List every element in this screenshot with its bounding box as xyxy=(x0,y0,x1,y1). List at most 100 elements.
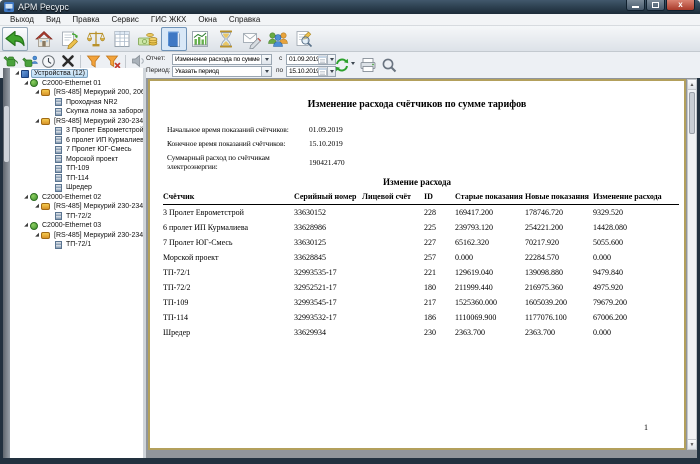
date-to-field[interactable]: 15.10.2019 xyxy=(286,66,336,77)
tree-item[interactable]: 3 Пролет Еврометстрой xyxy=(11,126,146,136)
ic-net-icon xyxy=(30,193,38,201)
tree-item-label: [RS-485] Меркурий 230-234, 236 xyxy=(52,232,146,239)
tree-item-label: [RS-485] Меркурий 230-234, 236 xyxy=(52,118,146,125)
edit-requests-button[interactable] xyxy=(57,27,83,51)
delete-x-icon xyxy=(61,54,75,68)
delete-button[interactable] xyxy=(59,53,76,69)
menu-item[interactable]: ГИС ЖКХ xyxy=(145,15,192,24)
tree-item[interactable]: Морской проект xyxy=(11,155,146,165)
tables-button[interactable] xyxy=(109,27,135,51)
ic-bus-icon xyxy=(41,232,50,239)
tree-item[interactable]: ◢ [RS-485] Меркурий 230-234, 236 xyxy=(11,231,146,241)
tree-item[interactable]: 6 пролет ИП Курмалиева xyxy=(11,136,146,146)
expander-icon[interactable]: ◢ xyxy=(22,81,30,86)
minimize-button[interactable] xyxy=(626,0,645,11)
maximize-button[interactable] xyxy=(646,0,665,11)
table-cell: 139098.880 xyxy=(525,265,593,280)
expander-icon[interactable]: ◢ xyxy=(33,119,41,124)
report-type-select[interactable]: Изменение расхода по сумме тарифов xyxy=(172,54,272,65)
menu-item[interactable]: Вид xyxy=(40,15,66,24)
menu-item[interactable]: Окна xyxy=(192,15,223,24)
tree-item-label: [RS-485] Меркурий 200, 206 xyxy=(52,89,146,96)
tree-item[interactable]: ◢Устройства (12) xyxy=(11,69,146,79)
tree-item[interactable]: ◢[RS-485] Меркурий 230-234, 236 xyxy=(11,202,146,212)
filter-button[interactable] xyxy=(85,53,102,69)
devices-home-button[interactable] xyxy=(31,27,57,51)
preview-zoom-button[interactable] xyxy=(381,57,397,73)
expander-icon[interactable]: ◢ xyxy=(13,71,21,76)
expander-icon[interactable]: ◢ xyxy=(33,90,41,95)
table-cell: 1110069.900 xyxy=(455,310,525,325)
menu-item[interactable]: Справка xyxy=(223,15,266,24)
refresh-options-button[interactable] xyxy=(351,62,355,65)
tree-item[interactable]: Шредер xyxy=(11,183,146,193)
print-button[interactable] xyxy=(359,57,377,73)
expander-icon[interactable]: ◢ xyxy=(33,204,41,209)
menu-item[interactable]: Сервис xyxy=(105,15,144,24)
expander-icon[interactable]: ◢ xyxy=(33,233,41,238)
tree-item-label: ТП-114 xyxy=(64,175,91,182)
table-cell: 0.000 xyxy=(455,250,525,265)
watering-can-button[interactable] xyxy=(2,53,19,69)
period-select[interactable]: Указать период xyxy=(172,66,272,77)
poll-time-button[interactable] xyxy=(40,53,57,69)
graphs-button[interactable] xyxy=(187,27,213,51)
tariffs-button[interactable] xyxy=(83,27,109,51)
table-cell: Морской проект xyxy=(163,250,294,265)
payments-button[interactable] xyxy=(135,27,161,51)
history-button[interactable] xyxy=(213,27,239,51)
reports-button[interactable] xyxy=(161,27,187,51)
table-cell xyxy=(362,205,424,220)
tree-item[interactable]: ◢ [RS-485] Меркурий 200, 206 xyxy=(11,88,146,98)
sound-button[interactable] xyxy=(130,53,147,69)
refresh-button[interactable] xyxy=(334,57,350,73)
subscribers-button[interactable] xyxy=(265,27,291,51)
expander-icon[interactable]: ◢ xyxy=(22,223,30,228)
back-button[interactable] xyxy=(2,27,28,51)
field-value: 190421.470 xyxy=(309,158,345,167)
tree-item[interactable]: Скупка лома за забором xyxy=(11,107,146,117)
report-table-head: СчётчикСерийный номерЛицевой счётIDСтары… xyxy=(163,192,679,205)
titlebar: АРМ Ресурс x xyxy=(0,0,700,14)
tree-item[interactable]: ТП-114 xyxy=(11,174,146,184)
table-cell: 216975.360 xyxy=(525,280,593,295)
field-value: 01.09.2019 xyxy=(309,125,343,134)
device-tree-panel: ◢Устройства (12)◢C2000-Ethernet 01◢[RS-4… xyxy=(3,68,146,458)
table-cell: 33628986 xyxy=(294,220,362,235)
menu-item[interactable]: Правка xyxy=(66,15,105,24)
audit-button[interactable] xyxy=(291,27,317,51)
tree-item[interactable]: ◢ C2000-Ethernet 03 xyxy=(11,221,146,231)
tree-item[interactable]: ◢ [RS-485] Меркурий 230-234, 236 xyxy=(11,117,146,127)
ic-meter-icon xyxy=(55,98,62,106)
table-cell: 129619.040 xyxy=(455,265,525,280)
tree-item[interactable]: ТП-72/2 xyxy=(11,212,146,222)
table-row: 7 Пролет ЮГ-Смесь3363012522765162.320702… xyxy=(163,235,679,250)
watering-can-user-button[interactable] xyxy=(21,53,38,69)
send-mail-button[interactable] xyxy=(239,27,265,51)
tree-scrollbar[interactable] xyxy=(3,68,10,458)
expander-icon[interactable]: ◢ xyxy=(22,195,30,200)
filter-clear-button[interactable] xyxy=(104,53,121,69)
table-cell: 225 xyxy=(424,220,455,235)
tree-item-label: C2000-Ethernet 03 xyxy=(40,222,103,229)
table-cell: 0.000 xyxy=(593,250,679,265)
scroll-up-icon[interactable]: ▲ xyxy=(688,80,696,90)
window-title: АРМ Ресурс xyxy=(18,2,69,12)
scroll-down-icon[interactable]: ▼ xyxy=(688,439,696,449)
report-scrollbar-thumb[interactable] xyxy=(689,92,695,134)
menu-item[interactable]: Выход xyxy=(4,15,40,24)
tree-item[interactable]: ТП-109 xyxy=(11,164,146,174)
tree-item[interactable]: ◢C2000-Ethernet 02 xyxy=(11,193,146,203)
field-label: Конечное время показаний счётчиков: xyxy=(167,139,309,148)
close-button[interactable]: x xyxy=(666,0,695,11)
table-row: 6 пролет ИП Курмалиева33628986225239793.… xyxy=(163,220,679,235)
tree-item[interactable]: ◢C2000-Ethernet 01 xyxy=(11,79,146,89)
report-scrollbar[interactable]: ▲ ▼ xyxy=(687,79,697,450)
date-from-field[interactable]: 01.09.2019 xyxy=(286,54,336,65)
tree-item[interactable]: ТП-72/1 xyxy=(11,240,146,250)
tree-item[interactable]: Проходная NR2 xyxy=(11,98,146,108)
tree-item[interactable]: 7 Пролет ЮГ-Смесь xyxy=(11,145,146,155)
refresh-icon xyxy=(334,57,350,73)
panel-splitter[interactable] xyxy=(143,68,146,458)
tree-scrollbar-thumb[interactable] xyxy=(4,106,9,162)
